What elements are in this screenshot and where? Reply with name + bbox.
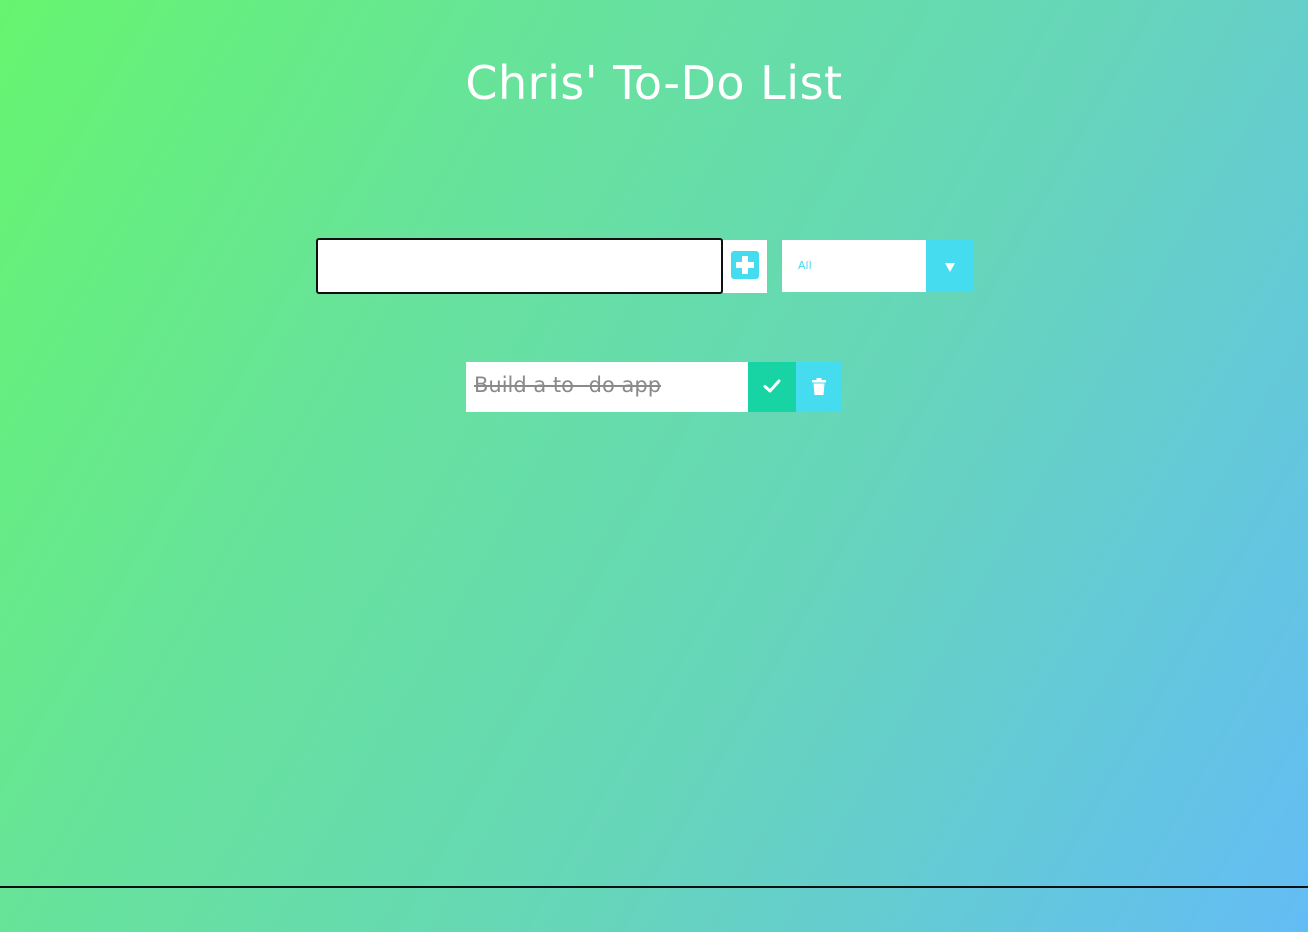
todo-item: Build a to- do app xyxy=(466,362,842,412)
plus-square-icon xyxy=(731,251,759,279)
caret-down-icon xyxy=(945,263,955,272)
complete-button[interactable] xyxy=(748,362,796,412)
filter-select[interactable]: All xyxy=(782,240,974,292)
footer-divider xyxy=(0,886,1308,888)
delete-button[interactable] xyxy=(796,362,842,412)
todo-item-text-cell: Build a to- do app xyxy=(466,362,748,412)
trash-icon xyxy=(812,378,826,395)
page-title: Chris' To-Do List xyxy=(465,56,843,110)
filter-selected-value: All xyxy=(798,259,812,272)
add-todo-button[interactable] xyxy=(723,240,767,293)
todo-input[interactable] xyxy=(316,238,723,294)
check-icon xyxy=(763,379,781,393)
todo-item-text: Build a to- do app xyxy=(474,373,662,397)
filter-dropdown-toggle[interactable] xyxy=(926,240,974,292)
